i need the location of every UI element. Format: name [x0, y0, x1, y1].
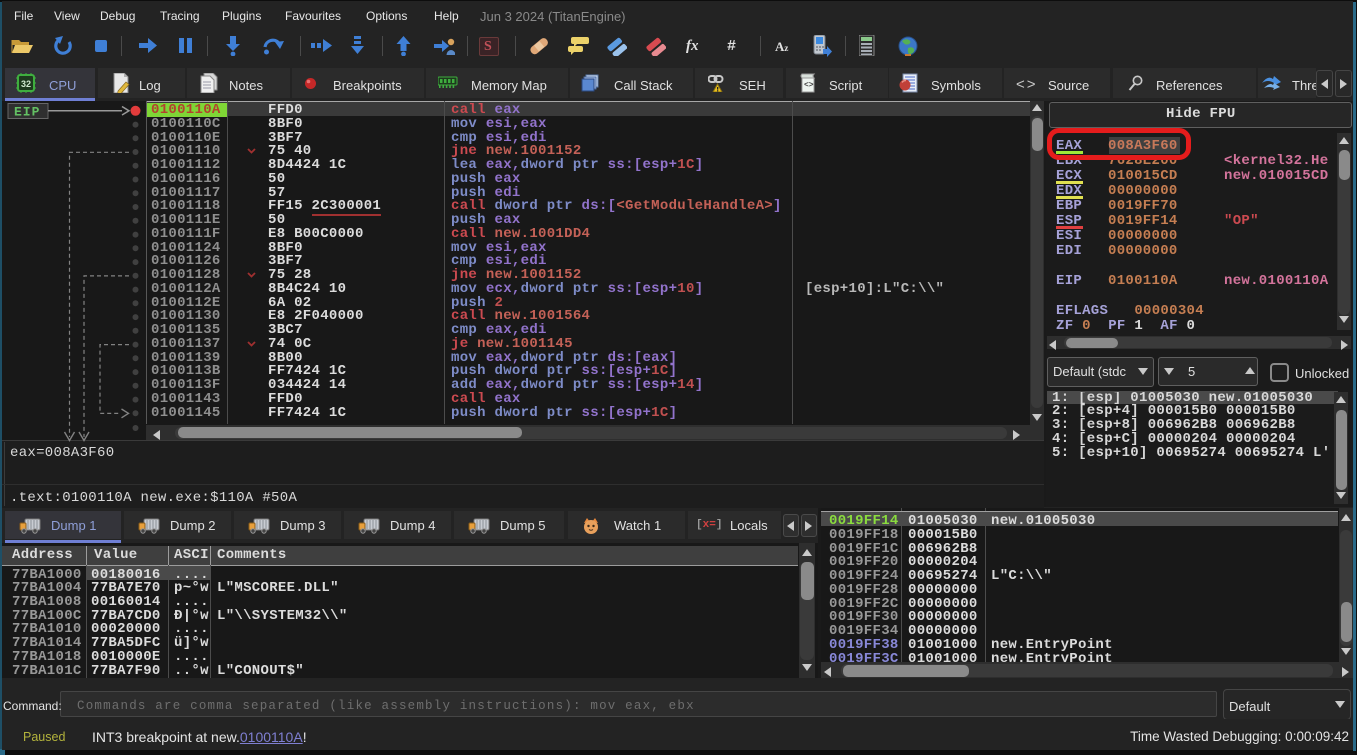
svg-text:EIP: EIP	[14, 105, 40, 120]
svg-text:32: 32	[21, 79, 31, 89]
svg-text:<>: <>	[804, 81, 814, 90]
